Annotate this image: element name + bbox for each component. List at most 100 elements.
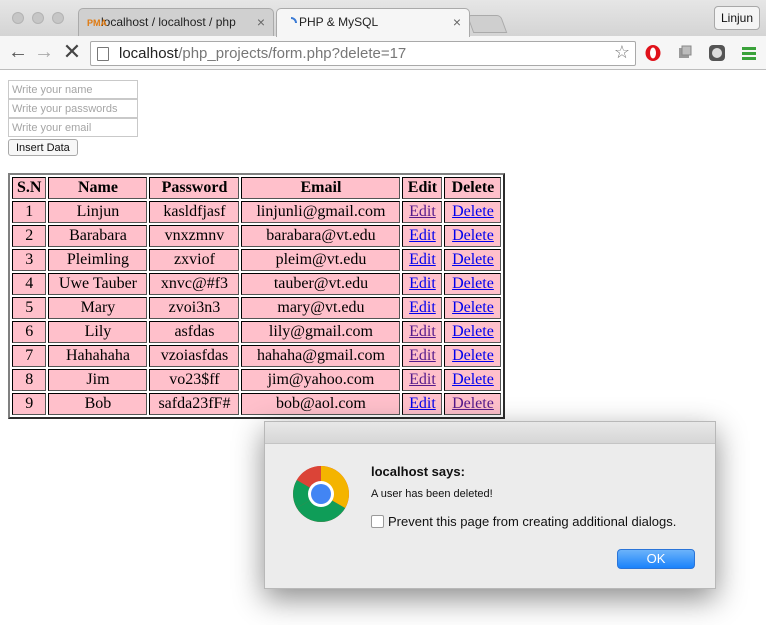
cell-name: Hahahaha (48, 345, 148, 367)
address-bar[interactable]: localhost/php_projects/form.php?delete=1… (90, 41, 636, 66)
window-close-button[interactable] (12, 12, 24, 24)
loading-spinner-icon (285, 17, 299, 29)
password-input[interactable] (8, 99, 138, 118)
cell-sn: 7 (12, 345, 47, 367)
cell-sn: 8 (12, 369, 47, 391)
alert-dialog: localhost says: A user has been deleted!… (264, 421, 716, 589)
tab-php-mysql[interactable]: PHP & MySQL × (276, 8, 470, 37)
new-tab-button[interactable] (466, 15, 508, 33)
cell-name: Linjun (48, 201, 148, 223)
cell-delete: Delete (444, 249, 502, 271)
cell-name: Jim (48, 369, 148, 391)
forward-arrow-icon[interactable]: → (32, 41, 56, 65)
delete-link[interactable]: Delete (452, 395, 494, 412)
header-password: Password (149, 177, 240, 199)
delete-link[interactable]: Delete (452, 323, 494, 340)
cell-edit: Edit (402, 369, 443, 391)
table-row: 1 Linjun kasldfjasf linjunli@gmail.com E… (12, 201, 502, 223)
cell-delete: Delete (444, 273, 502, 295)
cell-edit: Edit (402, 321, 443, 343)
edit-link[interactable]: Edit (409, 395, 436, 412)
cell-email: linjunli@gmail.com (241, 201, 401, 223)
cell-edit: Edit (402, 201, 443, 223)
header-sn: S.N (12, 177, 47, 199)
ok-button[interactable]: OK (617, 549, 695, 569)
cell-sn: 2 (12, 225, 47, 247)
users-table: S.N Name Password Email Edit Delete 1 Li… (8, 173, 506, 419)
dialog-title: localhost says: (371, 464, 465, 479)
cell-sn: 6 (12, 321, 47, 343)
delete-link[interactable]: Delete (452, 275, 494, 292)
cell-name: Lily (48, 321, 148, 343)
table-row: 2 Barabara vnxzmnv barabara@vt.edu Edit … (12, 225, 502, 247)
table-header-row: S.N Name Password Email Edit Delete (12, 177, 502, 199)
edit-link[interactable]: Edit (409, 299, 436, 316)
cell-password: vnxzmnv (149, 225, 240, 247)
delete-link[interactable]: Delete (452, 371, 494, 388)
insert-form: Insert Data (8, 80, 138, 156)
bookmark-star-icon[interactable]: ☆ (614, 42, 630, 63)
cell-password: asfdas (149, 321, 240, 343)
page-icon (97, 47, 109, 61)
extension-cube-icon[interactable] (676, 44, 694, 62)
edit-link[interactable]: Edit (409, 371, 436, 388)
name-input[interactable] (8, 80, 138, 99)
prevent-dialogs-checkbox[interactable]: Prevent this page from creating addition… (371, 514, 676, 529)
delete-link[interactable]: Delete (452, 227, 494, 244)
delete-link[interactable]: Delete (452, 251, 494, 268)
cell-name: Pleimling (48, 249, 148, 271)
cell-password: safda23fF# (149, 393, 240, 415)
delete-link[interactable]: Delete (452, 299, 494, 316)
edit-link[interactable]: Edit (409, 275, 436, 292)
cell-sn: 5 (12, 297, 47, 319)
cell-delete: Delete (444, 225, 502, 247)
cell-email: pleim@vt.edu (241, 249, 401, 271)
cell-password: zxviof (149, 249, 240, 271)
cell-delete: Delete (444, 297, 502, 319)
cell-delete: Delete (444, 393, 502, 415)
cell-name: Uwe Tauber (48, 273, 148, 295)
tab-close-icon[interactable]: × (257, 14, 265, 30)
extension-square-icon[interactable] (708, 44, 726, 62)
tab-phpmyadmin[interactable]: PMA localhost / localhost / php × (78, 8, 274, 36)
cell-name: Mary (48, 297, 148, 319)
delete-link[interactable]: Delete (452, 203, 494, 220)
tab-close-icon[interactable]: × (453, 14, 461, 30)
edit-link[interactable]: Edit (409, 203, 436, 220)
cell-password: zvoi3n3 (149, 297, 240, 319)
insert-data-button[interactable]: Insert Data (8, 139, 78, 156)
delete-link[interactable]: Delete (452, 347, 494, 364)
cell-email: tauber@vt.edu (241, 273, 401, 295)
opera-extension-icon[interactable] (644, 44, 662, 62)
back-arrow-icon[interactable]: ← (6, 41, 30, 65)
cell-email: bob@aol.com (241, 393, 401, 415)
window-minimize-button[interactable] (32, 12, 44, 24)
cell-email: jim@yahoo.com (241, 369, 401, 391)
profile-button[interactable]: Linjun (714, 6, 760, 30)
edit-link[interactable]: Edit (409, 251, 436, 268)
phpmyadmin-icon: PMA (87, 18, 107, 28)
menu-icon[interactable] (740, 44, 758, 62)
header-delete: Delete (444, 177, 502, 199)
tab-title: PHP & MySQL (299, 15, 379, 29)
cell-edit: Edit (402, 273, 443, 295)
table-row: 7 Hahahaha vzoiasfdas hahaha@gmail.com E… (12, 345, 502, 367)
email-input[interactable] (8, 118, 138, 137)
cell-email: hahaha@gmail.com (241, 345, 401, 367)
checkbox-icon[interactable] (371, 515, 384, 528)
chrome-logo-icon (291, 464, 351, 524)
edit-link[interactable]: Edit (409, 227, 436, 244)
cell-email: lily@gmail.com (241, 321, 401, 343)
stop-loading-icon[interactable]: ✕ (60, 41, 84, 65)
cell-sn: 4 (12, 273, 47, 295)
cell-name: Bob (48, 393, 148, 415)
window-zoom-button[interactable] (52, 12, 64, 24)
tab-title: localhost / localhost / php (101, 15, 236, 29)
edit-link[interactable]: Edit (409, 323, 436, 340)
cell-edit: Edit (402, 225, 443, 247)
cell-password: vo23$ff (149, 369, 240, 391)
edit-link[interactable]: Edit (409, 347, 436, 364)
cell-delete: Delete (444, 201, 502, 223)
cell-email: barabara@vt.edu (241, 225, 401, 247)
table-row: 3 Pleimling zxviof pleim@vt.edu Edit Del… (12, 249, 502, 271)
